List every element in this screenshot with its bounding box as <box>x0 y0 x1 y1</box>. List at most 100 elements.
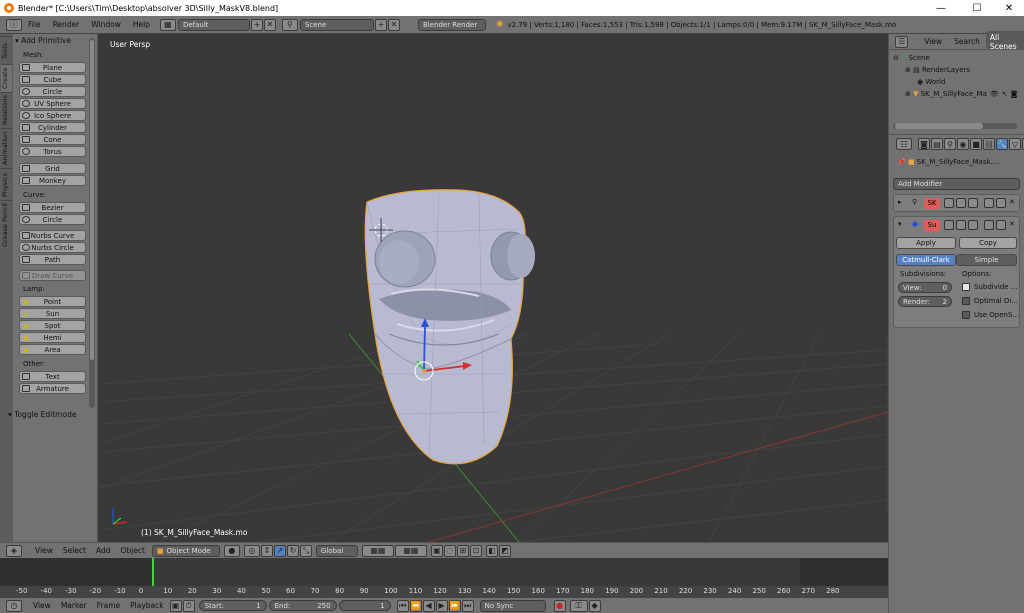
pivot-icon[interactable]: ◎ <box>243 544 260 557</box>
constraints-tab-icon[interactable]: ⛓ <box>983 138 995 150</box>
view-levels-field[interactable]: View: 0 <box>898 282 952 293</box>
add-uv-sphere-button[interactable]: UV Sphere <box>19 98 86 109</box>
tab-create[interactable]: Create <box>1 64 12 92</box>
add-area-lamp-button[interactable]: ✺ Area <box>19 344 86 355</box>
render-toggle-icon[interactable] <box>956 198 966 208</box>
layers-tab-icon[interactable]: ▤ <box>931 138 943 150</box>
world-tab-icon[interactable]: ◉ <box>957 138 969 150</box>
timeline-view-menu[interactable]: View <box>28 601 56 610</box>
jump-end-icon[interactable]: ⏭ <box>461 599 474 612</box>
editor-type-icon[interactable]: ◈ <box>6 544 22 557</box>
add-cylinder-button[interactable]: Cylinder <box>19 122 86 133</box>
proportional-icon[interactable]: ◌ <box>443 544 456 557</box>
scene-tab-icon[interactable]: ⚲ <box>944 138 956 150</box>
end-frame-field[interactable]: End: 250 <box>268 600 337 611</box>
tab-tools[interactable]: Tools <box>1 36 12 64</box>
add-curve-circle-button[interactable]: Circle <box>19 214 86 225</box>
add-nurbs-circle-button[interactable]: Nurbs Circle <box>19 242 86 253</box>
layout-dropdown[interactable]: Default <box>177 18 250 31</box>
add-point-lamp-button[interactable]: ✺ Point <box>19 296 86 307</box>
move-down-icon[interactable] <box>996 220 1006 230</box>
layers-grid-left-icon[interactable]: ▦▦ <box>361 544 394 557</box>
menu-window[interactable]: Window <box>85 20 127 29</box>
data-tab-icon[interactable]: ▽ <box>1009 138 1021 150</box>
add-armature-button[interactable]: Armature <box>19 383 86 394</box>
tab-physics[interactable]: Physics <box>1 168 12 200</box>
manipulator-toggle-icon[interactable]: ↕ <box>260 544 273 557</box>
playback-menu[interactable]: Playback <box>125 601 168 610</box>
layers-grid-right-icon[interactable]: ▦▦ <box>394 544 427 557</box>
view-menu[interactable]: View <box>30 546 58 555</box>
catmull-clark-option[interactable]: Catmull-Clark <box>896 254 956 266</box>
outliner-scrollbar[interactable] <box>893 123 1017 129</box>
add-cone-button[interactable]: Cone <box>19 134 86 145</box>
select-menu[interactable]: Select <box>58 546 91 555</box>
add-text-button[interactable]: Text <box>19 371 86 382</box>
outliner-item-renderlayers[interactable]: ⊕ ▤ RenderLayers <box>905 64 970 76</box>
shading-icon[interactable]: ● <box>223 544 240 557</box>
play-icon[interactable]: ▶ <box>435 599 448 612</box>
timeline[interactable]: -50 -40 -30 -20 -10 0 10 20 30 40 50 60 70 80 90 100 110… <box>0 558 888 598</box>
modifier-name-field[interactable]: Su <box>924 220 940 231</box>
editor-type-icon[interactable]: ☷ <box>896 138 912 150</box>
tab-animation[interactable]: Animation <box>1 128 12 168</box>
subdivide-uvs-checkbox[interactable] <box>962 283 970 291</box>
draw-curve-button[interactable]: Draw Curve <box>19 270 86 281</box>
start-frame-field[interactable]: Start: 1 <box>198 600 267 611</box>
render-tab-icon[interactable]: ◙ <box>918 138 930 150</box>
remove-modifier-icon[interactable]: ✕ <box>1009 220 1015 228</box>
preview-range-icon[interactable]: ⏱ <box>182 599 195 612</box>
jump-start-icon[interactable]: ⏮ <box>396 599 409 612</box>
current-frame-marker[interactable] <box>152 558 154 586</box>
add-spot-lamp-button[interactable]: ✺ Spot <box>19 320 86 331</box>
move-down-icon[interactable] <box>996 198 1006 208</box>
editmode-toggle-icon[interactable] <box>944 198 954 208</box>
copy-button[interactable]: Copy <box>959 237 1017 249</box>
tab-relations[interactable]: Relations <box>1 92 12 128</box>
maximize-button[interactable]: ☐ <box>960 0 994 16</box>
render-engine-dropdown[interactable]: Blender Render <box>417 18 486 31</box>
render-icon[interactable]: ◧ <box>485 544 498 557</box>
mode-dropdown[interactable]: ■ Object Mode <box>151 544 220 557</box>
object-menu[interactable]: Object <box>115 546 149 555</box>
add-torus-button[interactable]: Torus <box>19 146 86 157</box>
menu-render[interactable]: Render <box>47 20 86 29</box>
add-circle-button[interactable]: Circle <box>19 86 86 97</box>
scene-remove-icon[interactable]: ✕ <box>387 18 400 31</box>
modifiers-tab-icon[interactable]: 🔧 <box>996 138 1008 150</box>
render-range-icon[interactable]: ▣ <box>169 599 182 612</box>
add-monkey-button[interactable]: Monkey <box>19 175 86 186</box>
frame-menu[interactable]: Frame <box>92 601 125 610</box>
optimal-display-checkbox[interactable] <box>962 297 970 305</box>
translate-icon[interactable]: ↗ <box>273 544 286 557</box>
tool-shelf-scrollbar[interactable] <box>89 38 95 408</box>
add-menu[interactable]: Add <box>91 546 116 555</box>
outliner-item-scene[interactable]: ⊖ ⚲ Scene <box>893 52 930 64</box>
render-levels-field[interactable]: Render: 2 <box>898 296 952 307</box>
move-up-icon[interactable] <box>984 198 994 208</box>
play-reverse-icon[interactable]: ◀ <box>422 599 435 612</box>
layout-grid-icon[interactable]: ▦ <box>159 18 176 31</box>
minimize-button[interactable]: — <box>924 0 958 16</box>
add-path-button[interactable]: Path <box>19 254 86 265</box>
add-plane-button[interactable]: Plane <box>19 62 86 73</box>
scale-icon[interactable]: ⤡ <box>299 544 312 557</box>
add-hemi-lamp-button[interactable]: ✺ Hemi <box>19 332 86 343</box>
apply-button[interactable]: Apply <box>896 237 956 249</box>
add-bezier-button[interactable]: Bezier <box>19 202 86 213</box>
rotate-icon[interactable]: ↻ <box>286 544 299 557</box>
prev-keyframe-icon[interactable]: ⏪ <box>409 599 422 612</box>
outliner-search-menu[interactable]: Search <box>948 37 986 46</box>
move-up-icon[interactable] <box>984 220 994 230</box>
tab-grease-pencil[interactable]: Grease Pencil <box>1 200 12 250</box>
mask-mesh[interactable] <box>364 189 535 465</box>
keyframe-insert-icon[interactable]: ◆ <box>588 599 601 612</box>
outliner-item-mask-object[interactable]: ⊕ ▼ SK_M_SillyFace_Ma 👁 ↖ ◙ <box>905 88 1017 100</box>
editor-type-icon[interactable]: ⓘ <box>6 18 22 31</box>
layout-add-icon[interactable]: + <box>250 18 263 31</box>
render-toggle-icon[interactable] <box>956 220 966 230</box>
snap-icon[interactable]: ⊞ <box>456 544 469 557</box>
outliner-item-world[interactable]: ◉ World <box>917 76 945 88</box>
add-modifier-dropdown[interactable]: Add Modifier <box>893 178 1020 190</box>
realtime-toggle-icon[interactable] <box>968 198 978 208</box>
